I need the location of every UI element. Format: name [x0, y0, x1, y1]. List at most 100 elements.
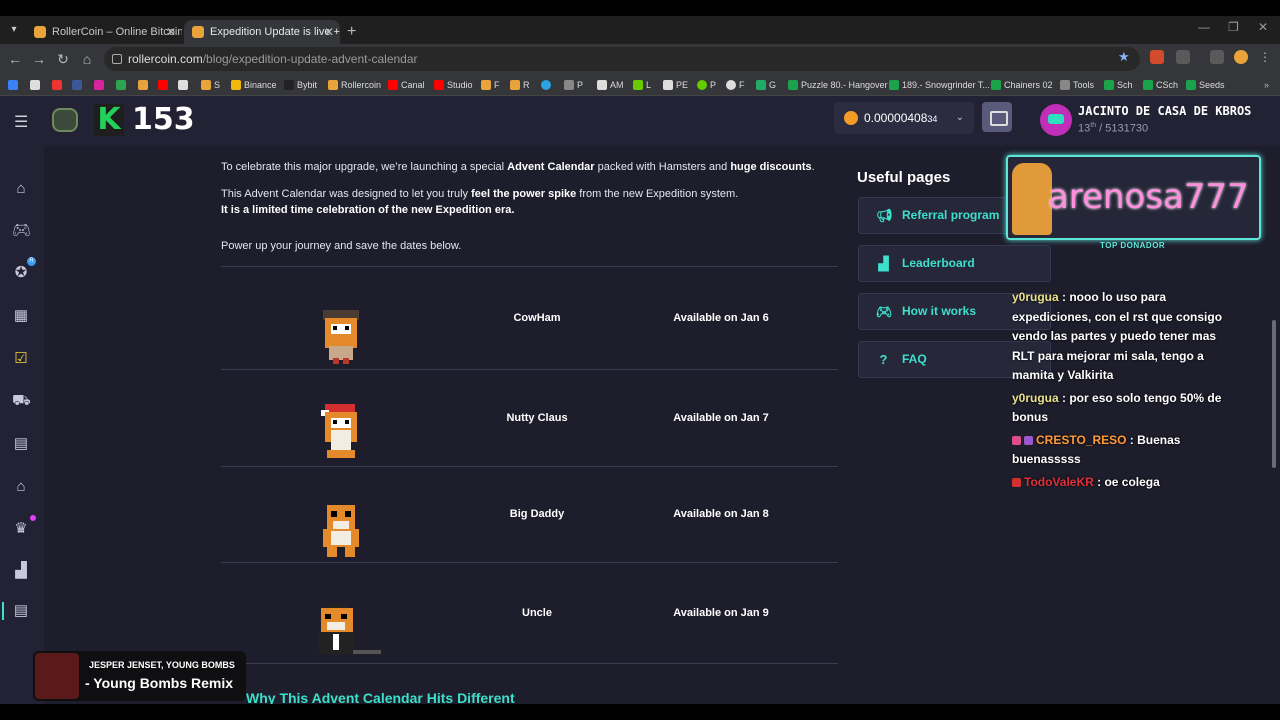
- tab-expedition-update[interactable]: Expedition Update is live + Advent ✕: [184, 20, 340, 44]
- site-header: ☰ K 153 0.0000040834 ⌄ JACINTO DE CASA D…: [0, 96, 1280, 146]
- extensions-puzzle-icon[interactable]: [1176, 50, 1190, 64]
- donor-name: arenosa777: [1048, 177, 1249, 217]
- home-icon[interactable]: ⌂: [78, 50, 96, 68]
- podium-icon: ▟: [878, 256, 889, 271]
- bookmark-bybit[interactable]: Bybit: [284, 77, 317, 93]
- room-nav-icon[interactable]: ⌂: [12, 478, 30, 496]
- bookmark-seeds[interactable]: Seeds: [1186, 77, 1225, 93]
- bookmark-icon-9[interactable]: [178, 77, 191, 93]
- bookmark-studio[interactable]: Studio: [434, 77, 473, 93]
- window-close-icon[interactable]: ✕: [1258, 20, 1268, 34]
- bookmark-puzzle-80[interactable]: Puzzle 80.- Hangover: [788, 77, 888, 93]
- user-rank: 13th / 5131730: [1078, 122, 1149, 135]
- bookmark-telegram[interactable]: [541, 77, 554, 93]
- chevron-down-icon: ⌄: [955, 112, 964, 123]
- uncle-hamster-icon: [319, 604, 381, 654]
- chat-badge-icon: [1024, 435, 1033, 445]
- bookmark-icon-3[interactable]: [52, 77, 65, 93]
- table-row-date: Available on Jan 9: [673, 607, 769, 619]
- bookmark-rollercoin[interactable]: Rollercoin: [328, 77, 381, 93]
- rollercoin-favicon-icon: [192, 26, 204, 38]
- site-info-icon[interactable]: [112, 54, 122, 64]
- media-controls-icon[interactable]: [1210, 50, 1224, 64]
- games-nav-icon[interactable]: 🎮︎: [12, 222, 31, 240]
- bookmark-sch[interactable]: Sch: [1104, 77, 1133, 93]
- username[interactable]: JACINTO DE CASA DE KBROS: [1078, 104, 1251, 118]
- balance-selector[interactable]: 0.0000040834 ⌄: [834, 102, 974, 134]
- blog-nav-icon[interactable]: ▤: [2, 602, 38, 620]
- bookmark-p2[interactable]: P: [697, 77, 716, 93]
- bookmark-binance[interactable]: Binance: [231, 77, 277, 93]
- table-row-date: Available on Jan 8: [673, 508, 769, 520]
- bookmark-snowgrinder[interactable]: 189.- Snowgrinder T...: [889, 77, 990, 93]
- reload-icon[interactable]: ↻: [54, 50, 72, 68]
- chat-badge-icon: [1012, 435, 1021, 445]
- bookmarks-overflow-icon[interactable]: »: [1251, 77, 1269, 93]
- rewards-nav-icon[interactable]: ✪: [12, 264, 30, 282]
- user-avatar[interactable]: [1040, 104, 1072, 136]
- bookmark-tools[interactable]: Tools: [1060, 77, 1094, 93]
- bookmark-pe[interactable]: PE: [663, 77, 688, 93]
- tab-search-icon[interactable]: ▾: [6, 22, 22, 38]
- url-host: rollercoin.com: [128, 52, 203, 66]
- article-paragraph-1: To celebrate this major upgrade, we’re l…: [221, 161, 815, 173]
- browser-toolbar: ← → ↻ ⌂ rollercoin.com/blog/expedition-u…: [0, 44, 1280, 74]
- bookmark-csch[interactable]: CSch: [1143, 77, 1178, 93]
- close-icon[interactable]: ✕: [166, 20, 176, 44]
- minimize-icon[interactable]: —: [1198, 20, 1210, 34]
- new-tab-button[interactable]: +: [347, 20, 356, 44]
- leaderboard-link[interactable]: ▟ Leaderboard: [858, 245, 1051, 282]
- bookmarks-bar: S Binance Bybit Rollercoin Canal Studio …: [0, 74, 1280, 96]
- nutty-claus-hamster-icon: [321, 404, 357, 458]
- tasks-nav-icon[interactable]: ☑: [12, 350, 30, 368]
- bookmark-s[interactable]: S: [201, 77, 220, 93]
- menu-toggle-icon[interactable]: ☰: [14, 112, 28, 132]
- bookmark-r[interactable]: R: [510, 77, 530, 93]
- bookmark-chainers[interactable]: Chainers 02: [991, 77, 1053, 93]
- page-scrollbar[interactable]: [1272, 320, 1276, 468]
- events-nav-icon[interactable]: ▦: [12, 307, 30, 325]
- bookmark-g[interactable]: G: [756, 77, 776, 93]
- big-daddy-hamster-icon: [323, 505, 359, 557]
- bookmark-icon-7[interactable]: [138, 77, 151, 93]
- table-row-name: Big Daddy: [509, 508, 565, 520]
- store-nav-icon[interactable]: ▤: [12, 435, 30, 453]
- marketplace-nav-icon[interactable]: ⛟: [12, 392, 31, 410]
- leaderboard-nav-icon[interactable]: ▟: [12, 562, 30, 580]
- bookmark-icon-8[interactable]: [158, 77, 171, 93]
- trophy-nav-icon[interactable]: ♛: [12, 520, 30, 538]
- wallet-button[interactable]: [982, 102, 1012, 132]
- article-paragraph-4: Power up your journey and save the dates…: [221, 240, 462, 252]
- extension-fox-icon[interactable]: [1150, 50, 1164, 64]
- bookmark-f[interactable]: F: [481, 77, 500, 93]
- close-icon[interactable]: ✕: [324, 20, 334, 44]
- table-divider: [221, 266, 838, 267]
- bookmark-am[interactable]: AM: [597, 77, 624, 93]
- bookmark-canal[interactable]: Canal: [388, 77, 425, 93]
- bookmark-f2[interactable]: F: [726, 77, 745, 93]
- sidebar: ⌂ 🎮︎ ✪ R ▦ ☑ ⛟ ▤ ⌂ ♛ ▟ ▤: [0, 146, 44, 704]
- bookmark-icon-6[interactable]: [116, 77, 129, 93]
- bookmark-l[interactable]: L: [633, 77, 651, 93]
- tab-title: Expedition Update is live + Advent: [210, 26, 340, 38]
- bookmark-icon-5[interactable]: [94, 77, 107, 93]
- frog-avatar-icon[interactable]: [52, 108, 78, 132]
- forward-icon[interactable]: →: [30, 50, 48, 68]
- question-icon: ?: [879, 352, 888, 367]
- trophy-dot-badge: [30, 515, 36, 521]
- bookmark-p[interactable]: P: [564, 77, 583, 93]
- profile-icon[interactable]: [1234, 50, 1248, 64]
- table-divider: [221, 466, 838, 467]
- bookmark-icon-2[interactable]: [30, 77, 43, 93]
- bookmark-icon-1[interactable]: [8, 77, 21, 93]
- stream-chat: y0rugua : nooo lo uso para expediciones,…: [1012, 288, 1237, 495]
- back-icon[interactable]: ←: [6, 50, 24, 68]
- bookmark-star-icon[interactable]: ★: [1118, 49, 1130, 65]
- address-bar[interactable]: rollercoin.com/blog/expedition-update-ad…: [104, 47, 1140, 71]
- bookmark-icon-4[interactable]: [72, 77, 85, 93]
- k-logo-icon: K: [94, 104, 124, 136]
- maximize-icon[interactable]: ❐: [1228, 20, 1239, 34]
- home-nav-icon[interactable]: ⌂: [12, 180, 30, 198]
- more-menu-icon[interactable]: ⋮: [1258, 50, 1272, 64]
- tab-rollercoin[interactable]: RollerCoin – Online Bitcoin Mining ✕: [26, 20, 182, 44]
